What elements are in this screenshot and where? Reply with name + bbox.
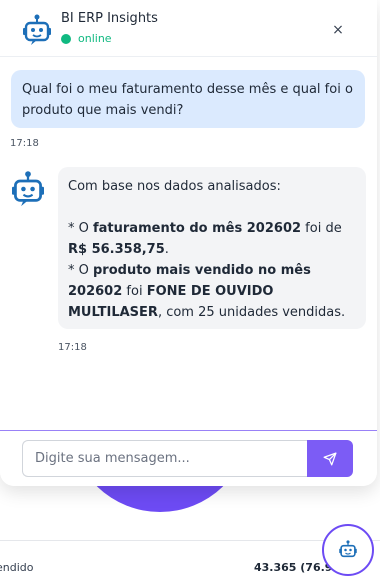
bot-message-time: 17:18 xyxy=(58,342,87,353)
online-dot xyxy=(61,33,71,44)
status-indicator: online xyxy=(61,32,112,45)
send-icon xyxy=(323,452,337,465)
message-composer xyxy=(0,431,377,486)
chat-launcher-button[interactable] xyxy=(322,524,374,576)
send-button[interactable] xyxy=(307,440,353,477)
bot-message: Com base nos dados analisados: * O fatur… xyxy=(58,167,366,329)
bot-message-intro: Com base nos dados analisados: xyxy=(68,179,281,194)
close-icon[interactable]: × xyxy=(328,20,348,40)
bot-message-line-product: * O produto mais vendido no mês 202602 f… xyxy=(68,263,346,320)
robot-icon xyxy=(339,540,357,558)
user-message-time: 17:18 xyxy=(10,138,39,149)
chat-window: BI ERP Insights online × Qual foi o meu … xyxy=(0,0,377,486)
robot-icon xyxy=(23,14,51,45)
message-input[interactable] xyxy=(22,440,308,477)
background-row-label: endido xyxy=(0,561,34,574)
chat-title: BI ERP Insights xyxy=(61,11,158,26)
status-text: online xyxy=(78,32,112,45)
user-message: Qual foi o meu faturamento desse mês e q… xyxy=(11,70,365,128)
chat-header: BI ERP Insights online × xyxy=(0,0,377,57)
bot-message-line-revenue: * O faturamento do mês 202602 foi de R$ … xyxy=(68,221,342,257)
message-list: Qual foi o meu faturamento desse mês e q… xyxy=(0,58,377,430)
robot-icon xyxy=(12,171,44,207)
